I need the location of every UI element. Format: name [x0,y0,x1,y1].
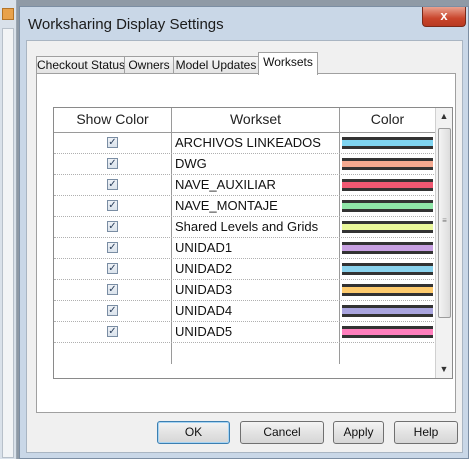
workset-name-cell: UNIDAD3 [172,280,340,300]
worksets-grid: Show Color Workset Color ✓ ARCHIVOS LINKE… [53,107,453,379]
color-cell[interactable] [340,259,436,279]
title-bar[interactable]: Worksharing Display Settings x [20,7,468,39]
table-row[interactable]: ✓ UNIDAD2 [54,259,436,280]
scroll-grip-icon: ≡ [442,216,447,225]
color-swatch[interactable] [342,242,433,254]
tab-model-updates[interactable]: Model Updates [173,56,259,74]
color-cell[interactable] [340,322,436,342]
show-color-cell: ✓ [54,301,172,321]
dialog-title: Worksharing Display Settings [28,16,224,33]
show-color-cell: ✓ [54,196,172,216]
table-row[interactable]: ✓ UNIDAD3 [54,280,436,301]
color-cell[interactable] [340,238,436,258]
table-row[interactable]: ✓ ARCHIVOS LINKEADOS [54,133,436,154]
color-cell[interactable] [340,217,436,237]
show-color-checkbox[interactable]: ✓ [107,179,118,190]
scrollbar-thumb[interactable]: ≡ [438,128,451,318]
table-row[interactable]: ✓ UNIDAD5 [54,322,436,343]
tab-owners[interactable]: Owners [124,56,174,74]
background-app-icon [2,8,14,20]
show-color-cell: ✓ [54,175,172,195]
scroll-down-arrow-icon[interactable]: ▼ [436,361,452,378]
color-swatch[interactable] [342,263,433,275]
color-swatch[interactable] [342,284,433,296]
show-color-checkbox[interactable]: ✓ [107,200,118,211]
show-color-cell: ✓ [54,259,172,279]
grid-empty-row [54,343,436,364]
cancel-button[interactable]: Cancel [240,421,324,444]
color-swatch[interactable] [342,137,433,149]
tab-worksets[interactable]: Worksets [258,52,318,75]
close-button[interactable]: x [422,7,466,27]
color-cell[interactable] [340,154,436,174]
tab-checkout-status[interactable]: Checkout Status [36,56,125,74]
background-app-panel [2,28,14,458]
background-app-window [0,0,17,459]
workset-name-cell: DWG [172,154,340,174]
help-button[interactable]: Help [394,421,458,444]
grid-header-row: Show Color Workset Color [54,108,436,133]
show-color-cell: ✓ [54,322,172,342]
grid-rows: ✓ ARCHIVOS LINKEADOS ✓ DWG ✓ NAVE_AUXILIAR ✓ NA… [54,133,436,343]
grid-content: Show Color Workset Color ✓ ARCHIVOS LINKE… [54,108,436,364]
vertical-scrollbar[interactable]: ▲ ≡ ▼ [435,108,452,378]
workset-name-cell: UNIDAD2 [172,259,340,279]
color-cell[interactable] [340,175,436,195]
color-swatch[interactable] [342,179,433,191]
workset-name-cell: UNIDAD5 [172,322,340,342]
table-row[interactable]: ✓ Shared Levels and Grids [54,217,436,238]
empty-cell [54,343,172,364]
show-color-cell: ✓ [54,154,172,174]
color-cell[interactable] [340,196,436,216]
color-swatch[interactable] [342,158,433,170]
worksharing-display-settings-dialog: Worksharing Display Settings x Checkout … [19,6,469,459]
worksets-tab-panel: Show Color Workset Color ✓ ARCHIVOS LINKE… [36,73,456,413]
show-color-checkbox[interactable]: ✓ [107,326,118,337]
show-color-cell: ✓ [54,238,172,258]
table-row[interactable]: ✓ UNIDAD1 [54,238,436,259]
workset-name-cell: UNIDAD1 [172,238,340,258]
show-color-checkbox[interactable]: ✓ [107,242,118,253]
workset-name-cell: UNIDAD4 [172,301,340,321]
table-row[interactable]: ✓ DWG [54,154,436,175]
header-color[interactable]: Color [340,108,436,132]
table-row[interactable]: ✓ UNIDAD4 [54,301,436,322]
show-color-checkbox[interactable]: ✓ [107,305,118,316]
dialog-client-area: Checkout Status Owners Model Updates Wor… [26,40,463,453]
color-swatch[interactable] [342,200,433,212]
ok-button[interactable]: OK [157,421,230,444]
empty-cell [172,343,340,364]
color-swatch[interactable] [342,305,433,317]
show-color-checkbox[interactable]: ✓ [107,158,118,169]
show-color-cell: ✓ [54,280,172,300]
workset-name-cell: NAVE_AUXILIAR [172,175,340,195]
empty-cell [340,343,436,364]
show-color-checkbox[interactable]: ✓ [107,284,118,295]
show-color-cell: ✓ [54,133,172,153]
scroll-up-arrow-icon[interactable]: ▲ [436,108,452,125]
show-color-checkbox[interactable]: ✓ [107,263,118,274]
show-color-cell: ✓ [54,217,172,237]
color-cell[interactable] [340,301,436,321]
show-color-checkbox[interactable]: ✓ [107,137,118,148]
color-cell[interactable] [340,280,436,300]
color-swatch[interactable] [342,326,433,338]
header-workset[interactable]: Workset [172,108,340,132]
table-row[interactable]: ✓ NAVE_MONTAJE [54,196,436,217]
color-cell[interactable] [340,133,436,153]
header-show-color[interactable]: Show Color [54,108,172,132]
show-color-checkbox[interactable]: ✓ [107,221,118,232]
color-swatch[interactable] [342,221,433,233]
workset-name-cell: Shared Levels and Grids [172,217,340,237]
table-row[interactable]: ✓ NAVE_AUXILIAR [54,175,436,196]
workset-name-cell: ARCHIVOS LINKEADOS [172,133,340,153]
workset-name-cell: NAVE_MONTAJE [172,196,340,216]
apply-button[interactable]: Apply [333,421,384,444]
